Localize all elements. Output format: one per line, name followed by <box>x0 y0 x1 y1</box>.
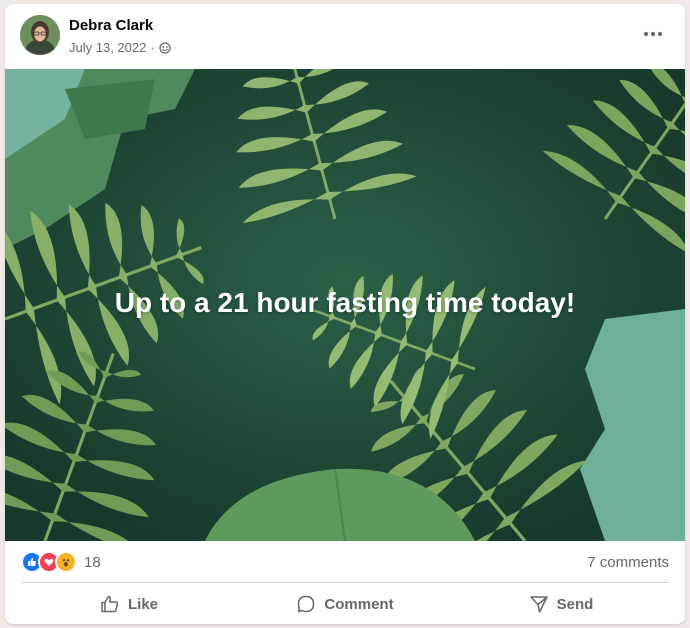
friends-icon[interactable] <box>159 41 171 54</box>
more-options-button[interactable] <box>635 20 671 48</box>
like-button[interactable]: Like <box>21 586 237 622</box>
comment-label: Comment <box>324 595 394 613</box>
send-label: Send <box>556 595 594 613</box>
post-stats: 18 7 comments <box>21 549 669 577</box>
meta-separator: · <box>150 40 155 55</box>
post-date[interactable]: July 13, 2022 <box>69 40 146 55</box>
thumbs-up-icon <box>101 595 119 613</box>
send-arrow-icon <box>529 596 548 613</box>
reaction-count[interactable]: 18 <box>84 554 101 571</box>
wow-reaction-icon <box>55 551 77 573</box>
action-bar: Like Comment Send <box>21 586 669 622</box>
comments-count[interactable]: 7 comments <box>587 554 669 571</box>
post-header: Debra Clark July 13, 2022 · <box>5 4 685 70</box>
comment-bubble-icon <box>298 595 315 613</box>
post-card: Debra Clark July 13, 2022 · Up to a 21 h… <box>5 4 685 624</box>
send-button[interactable]: Send <box>453 586 669 622</box>
author-name[interactable]: Debra Clark <box>69 17 153 34</box>
avatar-image <box>20 15 60 55</box>
author-avatar[interactable] <box>20 15 60 55</box>
post-background-image[interactable]: Up to a 21 hour fasting time today! <box>5 69 685 541</box>
post-text: Up to a 21 hour fasting time today! <box>114 287 576 318</box>
like-label: Like <box>127 595 158 613</box>
post-meta: July 13, 2022 · <box>69 40 171 55</box>
comment-button[interactable]: Comment <box>237 586 453 622</box>
ellipsis-icon <box>643 31 663 37</box>
reaction-summary[interactable]: 18 <box>21 551 101 573</box>
stats-divider <box>21 582 669 583</box>
